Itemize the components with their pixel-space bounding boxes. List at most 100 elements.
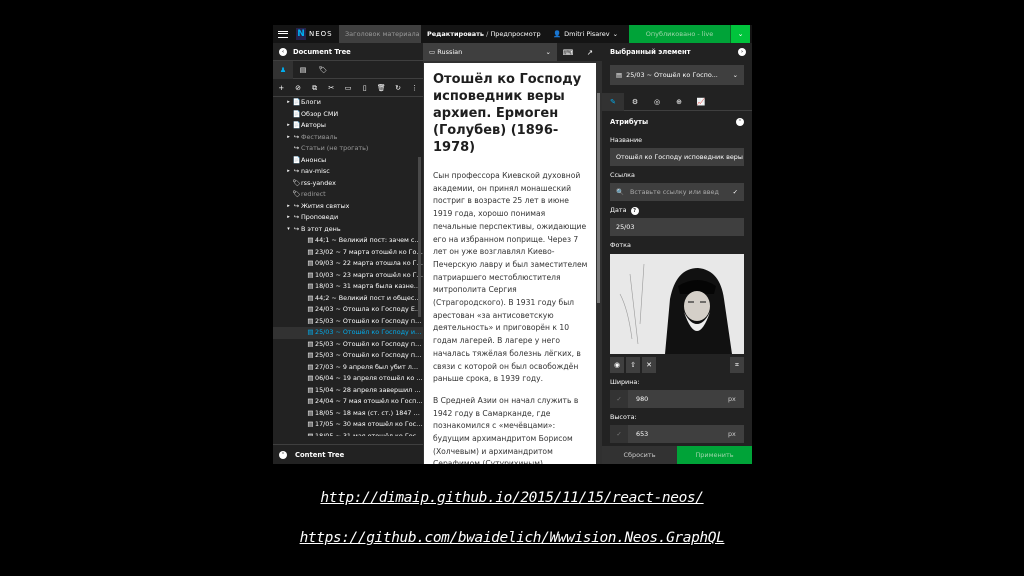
expand-caret-icon[interactable]: ▾ [285, 224, 292, 236]
copy-node-icon[interactable]: ⧉ [306, 79, 323, 97]
edit-preview-mode[interactable]: Редактировать / Предпросмотр [421, 25, 549, 43]
tree-node[interactable]: 🏷 redirect [273, 189, 423, 201]
content-scrollbar[interactable] [597, 93, 600, 303]
upload-icon[interactable]: ⇧ [626, 357, 640, 373]
tree-node[interactable]: ▸ ↪ nav-misc [273, 166, 423, 178]
language-selector[interactable]: ▭ Russian ⌄ [423, 43, 557, 61]
tree-node[interactable]: ▸ ↪ Фестиваль [273, 132, 423, 144]
collapse-left-icon[interactable]: ‹ [279, 47, 287, 56]
discard-button[interactable]: Сбросить [602, 446, 677, 464]
add-node-icon[interactable]: + [273, 79, 290, 97]
tree-node[interactable]: ▤ 18/03 ~ 31 марта была казнена п... [273, 281, 423, 293]
collapse-right-icon[interactable]: › [738, 48, 746, 56]
tree-scrollbar[interactable] [418, 157, 421, 317]
tree-node[interactable]: ▤ 25/03 ~ Отошёл ко Господу прот... [273, 339, 423, 351]
delete-node-icon[interactable]: 🗑 [373, 79, 390, 97]
width-value: 980 [636, 395, 649, 403]
tab-edit[interactable]: ✎ [602, 93, 624, 111]
tree-node[interactable]: ▤ 09/03 ~ 22 марта отошла ко Госп... [273, 258, 423, 270]
expand-caret-icon[interactable]: ▸ [285, 97, 292, 109]
article-title[interactable]: Отошёл ко Господу исповедник веры архиеп… [433, 71, 588, 156]
remove-icon[interactable]: ✕ [642, 357, 656, 373]
tree-tab-pages[interactable]: ♟ [273, 61, 293, 79]
expand-caret-icon[interactable]: ▸ [285, 201, 292, 213]
date-field[interactable]: 25/03 [610, 218, 744, 236]
height-field[interactable]: ✓ 653 px [610, 425, 744, 443]
tree-node[interactable]: ▤ 25/03 ~ Отошёл ко Господу прот... [273, 350, 423, 362]
apply-button[interactable]: Применить [677, 446, 752, 464]
lock-aspect-checkbox[interactable]: ✓ [610, 390, 628, 408]
tree-node[interactable]: ▤ 27/03 ~ 9 апреля был убит люте... [273, 362, 423, 374]
keyboard-icon[interactable]: ⌨ [557, 48, 579, 57]
article-paragraph-1[interactable]: Сын профессора Киевской духовной академи… [433, 170, 588, 386]
tree-node[interactable]: ▤ 25/03 ~ Отошёл ко Господу испо... [273, 327, 423, 339]
tree-node-label: Анонсы [301, 155, 327, 164]
gear-icon: ⚙ [631, 98, 639, 106]
cut-node-icon[interactable]: ✂ [323, 79, 340, 97]
tab-settings[interactable]: ⚙ [624, 93, 646, 111]
tree-node[interactable]: ▤ 18/05 ~ 31 мая отошёл ко Господ... [273, 431, 423, 437]
link-field[interactable]: 🔍 Вставьте ссылку или введ ✓ [610, 183, 744, 201]
tab-analytics[interactable]: 📈 [690, 93, 712, 111]
tree-node[interactable]: ▤ 44;1 ~ Великий пост: зачем собл... [273, 235, 423, 247]
tree-node[interactable]: 📄 Обзор СМИ [273, 109, 423, 121]
url-link-react-neos[interactable]: http://dimaip.github.io/2015/11/15/react… [0, 490, 1024, 506]
crop-icon[interactable]: ⌗ [730, 357, 744, 373]
tree-node[interactable]: ▤ 44;2 ~ Великий пост и общество ... [273, 293, 423, 305]
tree-node-label: nav-misc [301, 167, 330, 175]
menu-button[interactable] [273, 25, 293, 43]
node-type-icon: ↪ [293, 144, 300, 152]
more-options-icon[interactable]: ⋮ [406, 79, 423, 97]
refresh-icon[interactable]: ↻ [390, 79, 407, 97]
name-field[interactable]: Отошёл ко Господу исповедник веры [610, 148, 744, 166]
document-title-field[interactable]: Заголовок материала [339, 25, 421, 43]
tree-tab-content[interactable]: ▤ [293, 61, 313, 79]
mode-preview[interactable]: Предпросмотр [490, 30, 540, 38]
help-icon[interactable]: ? [630, 206, 639, 215]
content-tree-toggle[interactable]: ⌃ Content Tree [273, 444, 423, 464]
hide-node-icon[interactable]: ⊘ [290, 79, 307, 97]
publish-dropdown-button[interactable]: ⌄ [730, 25, 750, 43]
check-icon[interactable]: ✓ [733, 183, 738, 201]
photo-preview[interactable] [610, 254, 744, 354]
tree-node[interactable]: 🏷 rss-yandex [273, 178, 423, 190]
tree-node[interactable]: ▾ ↪ В этот день [273, 224, 423, 236]
expand-caret-icon[interactable]: ▸ [285, 212, 292, 224]
clipboard-icon[interactable]: ▯ [356, 79, 373, 97]
tree-node[interactable]: ▤ 23/02 ~ 7 марта отошёл ко Госпо... [273, 247, 423, 259]
lock-height-checkbox[interactable]: ✓ [610, 425, 628, 443]
tree-node[interactable]: ▸ ↪ Жития святых [273, 201, 423, 213]
publish-button[interactable]: Опубликовано - live [629, 25, 730, 43]
tree-node[interactable]: ▤ 24/03 ~ Отошла ко Господу Елиз... [273, 304, 423, 316]
width-field[interactable]: ✓ 980 px [610, 390, 744, 408]
tab-add[interactable]: ⊕ [668, 93, 690, 111]
expand-caret-icon[interactable]: ▸ [285, 132, 292, 144]
tree-node[interactable]: 📄 Анонсы [273, 155, 423, 167]
tree-node[interactable]: ▤ 06/04 ~ 19 апреля отошёл ко Гос... [273, 373, 423, 385]
expand-caret-icon[interactable]: ▸ [285, 166, 292, 178]
mode-edit[interactable]: Редактировать [427, 30, 484, 38]
tree-node[interactable]: ▤ 15/04 ~ 28 апреля завершил сво... [273, 385, 423, 397]
tree-node[interactable]: ▤ 18/05 ~ 18 мая (ст. ст.) 1847 год ... [273, 408, 423, 420]
document-tree-header[interactable]: ‹ Document Tree [273, 43, 423, 61]
tree-node[interactable]: ▸ 📄 Авторы [273, 120, 423, 132]
url-link-graphql[interactable]: https://github.com/bwaidelich/Wwwision.N… [0, 530, 1024, 546]
tree-node[interactable]: ▤ 25/03 ~ Отошёл ко Господу патр... [273, 316, 423, 328]
tree-node[interactable]: ▸ 📄 Блоги [273, 97, 423, 109]
tree-node[interactable]: ▤ 24/04 ~ 7 мая отошёл ко Господу... [273, 396, 423, 408]
user-menu[interactable]: 👤 Dmitri Pisarev ⌄ [549, 25, 629, 43]
page-preview[interactable]: Отошёл ко Господу исповедник веры архиеп… [424, 63, 596, 464]
tree-node[interactable]: ▤ 17/05 ~ 30 мая отошёл ко Господ... [273, 419, 423, 431]
tree-node[interactable]: ↪ Статьи (не трогать) [273, 143, 423, 155]
tree-tab-tags[interactable]: 🏷 [313, 61, 333, 79]
camera-icon[interactable]: ◉ [610, 357, 624, 373]
tab-target[interactable]: ◎ [646, 93, 668, 111]
paste-node-icon[interactable]: ▭ [340, 79, 357, 97]
selected-element-dropdown[interactable]: ▤ 25/03 ~ Отошёл ко Госпо... ⌄ [610, 65, 744, 85]
article-paragraph-2[interactable]: В Средней Азии он начал служить в 1942 г… [433, 395, 588, 464]
external-link-icon[interactable]: ↗ [579, 48, 601, 57]
attributes-section[interactable]: Атрибуты ⌃ [610, 113, 744, 131]
tree-node[interactable]: ▸ ↪ Проповеди [273, 212, 423, 224]
tree-node[interactable]: ▤ 10/03 ~ 23 марта отошёл ко Госп... [273, 270, 423, 282]
expand-caret-icon[interactable]: ▸ [285, 120, 292, 132]
